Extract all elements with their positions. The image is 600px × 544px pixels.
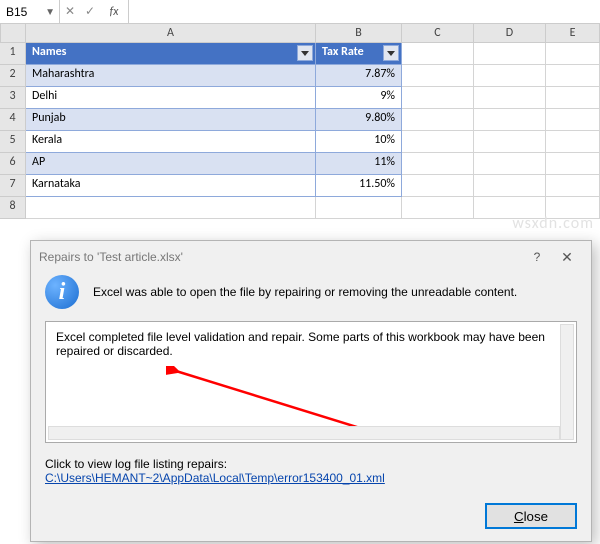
name-box[interactable]: ▼	[0, 0, 60, 23]
table-cell-tax[interactable]: 7.87%	[316, 65, 402, 87]
insert-function-icon[interactable]: fx	[100, 5, 128, 19]
table-cell-tax[interactable]: 10%	[316, 131, 402, 153]
col-header-B[interactable]: B	[316, 24, 402, 43]
repairs-dialog: Repairs to 'Test article.xlsx' ? ✕ i Exc…	[30, 240, 592, 542]
close-button-rest: lose	[524, 509, 548, 524]
log-link-label: Click to view log file listing repairs:	[45, 457, 227, 471]
cell[interactable]	[546, 131, 600, 153]
name-box-input[interactable]	[4, 4, 45, 20]
cell[interactable]	[474, 87, 546, 109]
table-header-tax[interactable]: Tax Rate	[316, 43, 402, 65]
cell[interactable]	[402, 131, 474, 153]
scrollbar-horizontal[interactable]	[48, 426, 560, 440]
formula-input[interactable]	[129, 0, 600, 23]
cancel-formula-icon[interactable]: ✕	[60, 4, 80, 19]
dialog-message: Excel was able to open the file by repai…	[93, 285, 517, 299]
repair-details-text: Excel completed file level validation an…	[56, 330, 545, 358]
cell[interactable]	[316, 197, 402, 219]
accept-formula-icon[interactable]: ✓	[80, 4, 100, 19]
table-cell-tax[interactable]: 9.80%	[316, 109, 402, 131]
table-cell-tax[interactable]: 9%	[316, 87, 402, 109]
scrollbar-vertical[interactable]	[560, 324, 574, 440]
col-header-A[interactable]: A	[26, 24, 316, 43]
cell[interactable]	[474, 65, 546, 87]
close-button[interactable]: Close	[485, 503, 577, 529]
info-icon: i	[45, 275, 79, 309]
filter-icon[interactable]	[297, 45, 313, 61]
cell[interactable]	[546, 109, 600, 131]
cell[interactable]	[546, 197, 600, 219]
close-icon[interactable]: ✕	[551, 249, 583, 266]
dialog-message-row: i Excel was able to open the file by rep…	[31, 273, 591, 321]
dialog-title-text: Repairs to 'Test article.xlsx'	[39, 250, 523, 264]
table-cell-name[interactable]: Maharashtra	[26, 65, 316, 87]
log-file-link[interactable]: C:\Users\HEMANT~2\AppData\Local\Temp\err…	[45, 471, 385, 485]
row-header[interactable]: 4	[0, 109, 26, 131]
cell[interactable]	[402, 175, 474, 197]
table-cell-name[interactable]: Punjab	[26, 109, 316, 131]
row-header[interactable]: 2	[0, 65, 26, 87]
cell[interactable]	[546, 87, 600, 109]
row-header[interactable]: 1	[0, 43, 26, 65]
cell[interactable]	[474, 153, 546, 175]
col-header-E[interactable]: E	[546, 24, 600, 43]
cell[interactable]	[26, 197, 316, 219]
cell[interactable]	[474, 175, 546, 197]
cell[interactable]	[474, 131, 546, 153]
help-icon[interactable]: ?	[523, 250, 551, 264]
cell[interactable]	[402, 153, 474, 175]
select-all-corner[interactable]	[0, 24, 26, 43]
dialog-button-bar: Close	[31, 495, 591, 541]
cell[interactable]	[546, 65, 600, 87]
table-cell-name[interactable]: Kerala	[26, 131, 316, 153]
table-header-tax-text: Tax Rate	[322, 45, 364, 59]
cell[interactable]	[474, 109, 546, 131]
table-header-names-text: Names	[32, 45, 66, 59]
table-cell-name[interactable]: AP	[26, 153, 316, 175]
dialog-titlebar[interactable]: Repairs to 'Test article.xlsx' ? ✕	[31, 241, 591, 273]
row-header[interactable]: 3	[0, 87, 26, 109]
cell[interactable]	[546, 43, 600, 65]
cell[interactable]	[546, 175, 600, 197]
spreadsheet-grid: A B C D E 1 Names Tax Rate 2 Maharashtra…	[0, 24, 600, 219]
table-cell-tax[interactable]: 11%	[316, 153, 402, 175]
cell[interactable]	[402, 109, 474, 131]
log-link-row: Click to view log file listing repairs: …	[31, 453, 591, 495]
col-header-D[interactable]: D	[474, 24, 546, 43]
row-header[interactable]: 8	[0, 197, 26, 219]
cell[interactable]	[474, 197, 546, 219]
close-button-underline: C	[514, 509, 524, 524]
col-header-C[interactable]: C	[402, 24, 474, 43]
cell[interactable]	[546, 153, 600, 175]
name-box-dropdown-icon[interactable]: ▼	[45, 5, 55, 18]
row-header[interactable]: 7	[0, 175, 26, 197]
filter-icon[interactable]	[383, 45, 399, 61]
cell[interactable]	[402, 197, 474, 219]
formula-bar: ▼ ✕ ✓ fx	[0, 0, 600, 24]
table-cell-name[interactable]: Delhi	[26, 87, 316, 109]
cell[interactable]	[402, 87, 474, 109]
row-header[interactable]: 6	[0, 153, 26, 175]
formula-controls: ✕ ✓ fx	[60, 0, 129, 23]
cell[interactable]	[474, 43, 546, 65]
table-cell-name[interactable]: Karnataka	[26, 175, 316, 197]
table-header-names[interactable]: Names	[26, 43, 316, 65]
cell[interactable]	[402, 43, 474, 65]
cell[interactable]	[402, 65, 474, 87]
row-header[interactable]: 5	[0, 131, 26, 153]
table-cell-tax[interactable]: 11.50%	[316, 175, 402, 197]
repair-details-box[interactable]: Excel completed file level validation an…	[45, 321, 577, 443]
